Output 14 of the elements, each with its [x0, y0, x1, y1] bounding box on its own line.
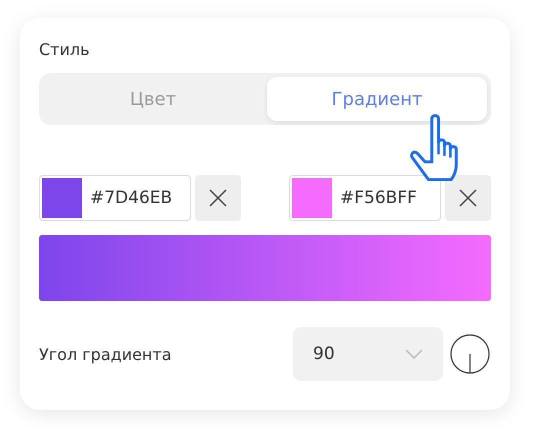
color-field[interactable]: #F56BFF [289, 175, 441, 221]
angle-dial-icon[interactable] [449, 333, 491, 375]
color-swatch[interactable] [292, 178, 332, 218]
style-label: Стиль [39, 40, 91, 59]
close-icon [459, 189, 477, 207]
color-swatch[interactable] [42, 178, 82, 218]
close-button[interactable] [445, 175, 491, 221]
style-tab[interactable]: Градиент [267, 77, 487, 121]
close-button[interactable] [195, 175, 241, 221]
color-field[interactable]: #7D46EB [39, 175, 191, 221]
close-icon [209, 189, 227, 207]
chevron-down-icon [405, 349, 423, 359]
angle-select[interactable]: 90 [293, 327, 443, 381]
angle-label: Угол градиента [39, 344, 173, 364]
